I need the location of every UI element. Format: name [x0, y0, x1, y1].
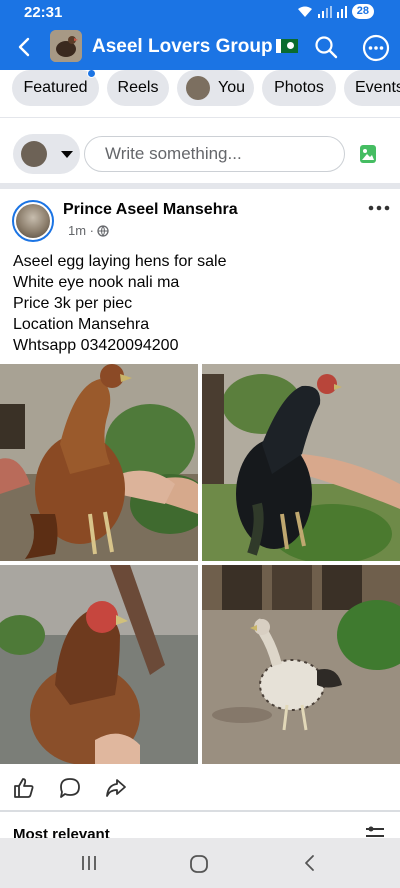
post-time[interactable]: 1m: [68, 223, 86, 238]
post-photo-2[interactable]: [202, 364, 400, 561]
group-tabs: Featured Reels You Photos Events: [0, 70, 400, 110]
sort-filter-icon[interactable]: [364, 826, 386, 838]
post-line: Location Mansehra: [13, 316, 150, 333]
tab-label: Featured: [23, 79, 88, 96]
more-options-icon[interactable]: [362, 34, 390, 62]
share-icon[interactable]: [104, 776, 128, 800]
nav-back-icon[interactable]: [301, 854, 319, 872]
signal-icon: [317, 5, 332, 18]
post-line: Aseel egg laying hens for sale: [13, 253, 227, 270]
battery-level: 28: [351, 4, 374, 19]
post-actions: [0, 770, 400, 806]
user-avatar: [186, 76, 210, 100]
group-name: Aseel Lovers Group: [92, 36, 273, 57]
post-more-icon[interactable]: [368, 203, 390, 213]
app-root: 22:31 28 Aseel Lovers Group Featured Ree…: [0, 0, 400, 888]
status-bar: 22:31 28: [0, 0, 400, 26]
post-author[interactable]: Prince Aseel Mansehra: [63, 201, 238, 219]
divider: [0, 117, 400, 118]
section-divider: [0, 183, 400, 189]
system-icons: 28: [297, 4, 374, 19]
post-line: Whtsapp 03420094200: [13, 337, 179, 354]
photo-add-icon[interactable]: [359, 144, 377, 164]
post-text: Aseel egg laying hens for sale White eye…: [13, 251, 393, 356]
signal-icon-2: [336, 5, 347, 18]
android-nav-bar: [0, 838, 400, 888]
pakistan-flag-icon: [275, 39, 298, 53]
comment-icon[interactable]: [58, 776, 82, 800]
caret-down-icon: [61, 150, 73, 158]
post-line: Price 3k per piec: [13, 295, 133, 312]
post-line: White eye nook nali ma: [13, 274, 180, 291]
post-photo-4[interactable]: [202, 565, 400, 764]
tab-reels[interactable]: Reels: [107, 70, 169, 106]
user-avatar: [21, 141, 47, 167]
tab-photos[interactable]: Photos: [262, 70, 336, 106]
tab-label: You: [218, 79, 245, 96]
tab-featured[interactable]: Featured: [12, 70, 99, 106]
group-header: Aseel Lovers Group: [0, 26, 400, 70]
tab-label: Events: [355, 79, 400, 96]
divider: [0, 810, 400, 812]
globe-icon: [97, 224, 109, 237]
group-title[interactable]: Aseel Lovers Group: [92, 36, 298, 58]
back-arrow-icon[interactable]: [12, 34, 38, 60]
wifi-icon: [297, 6, 312, 17]
group-cover-thumbnail[interactable]: [50, 30, 82, 62]
audience-avatar-button[interactable]: [13, 134, 80, 174]
notification-dot: [87, 70, 96, 78]
status-time: 22:31: [24, 4, 63, 21]
search-icon[interactable]: [313, 34, 339, 60]
tab-label: Photos: [274, 79, 324, 96]
post-photo-3[interactable]: [0, 565, 198, 764]
author-avatar[interactable]: [12, 200, 54, 242]
tab-events[interactable]: Events: [344, 70, 400, 106]
write-something-input[interactable]: Write something...: [84, 136, 345, 172]
post-photo-1[interactable]: [0, 364, 198, 561]
post-meta: 1m ·: [68, 223, 109, 238]
like-icon[interactable]: [12, 776, 36, 800]
tab-label: Reels: [117, 79, 159, 96]
tab-you[interactable]: You: [177, 70, 254, 106]
home-icon[interactable]: [189, 854, 209, 874]
recent-apps-icon[interactable]: [80, 854, 98, 872]
